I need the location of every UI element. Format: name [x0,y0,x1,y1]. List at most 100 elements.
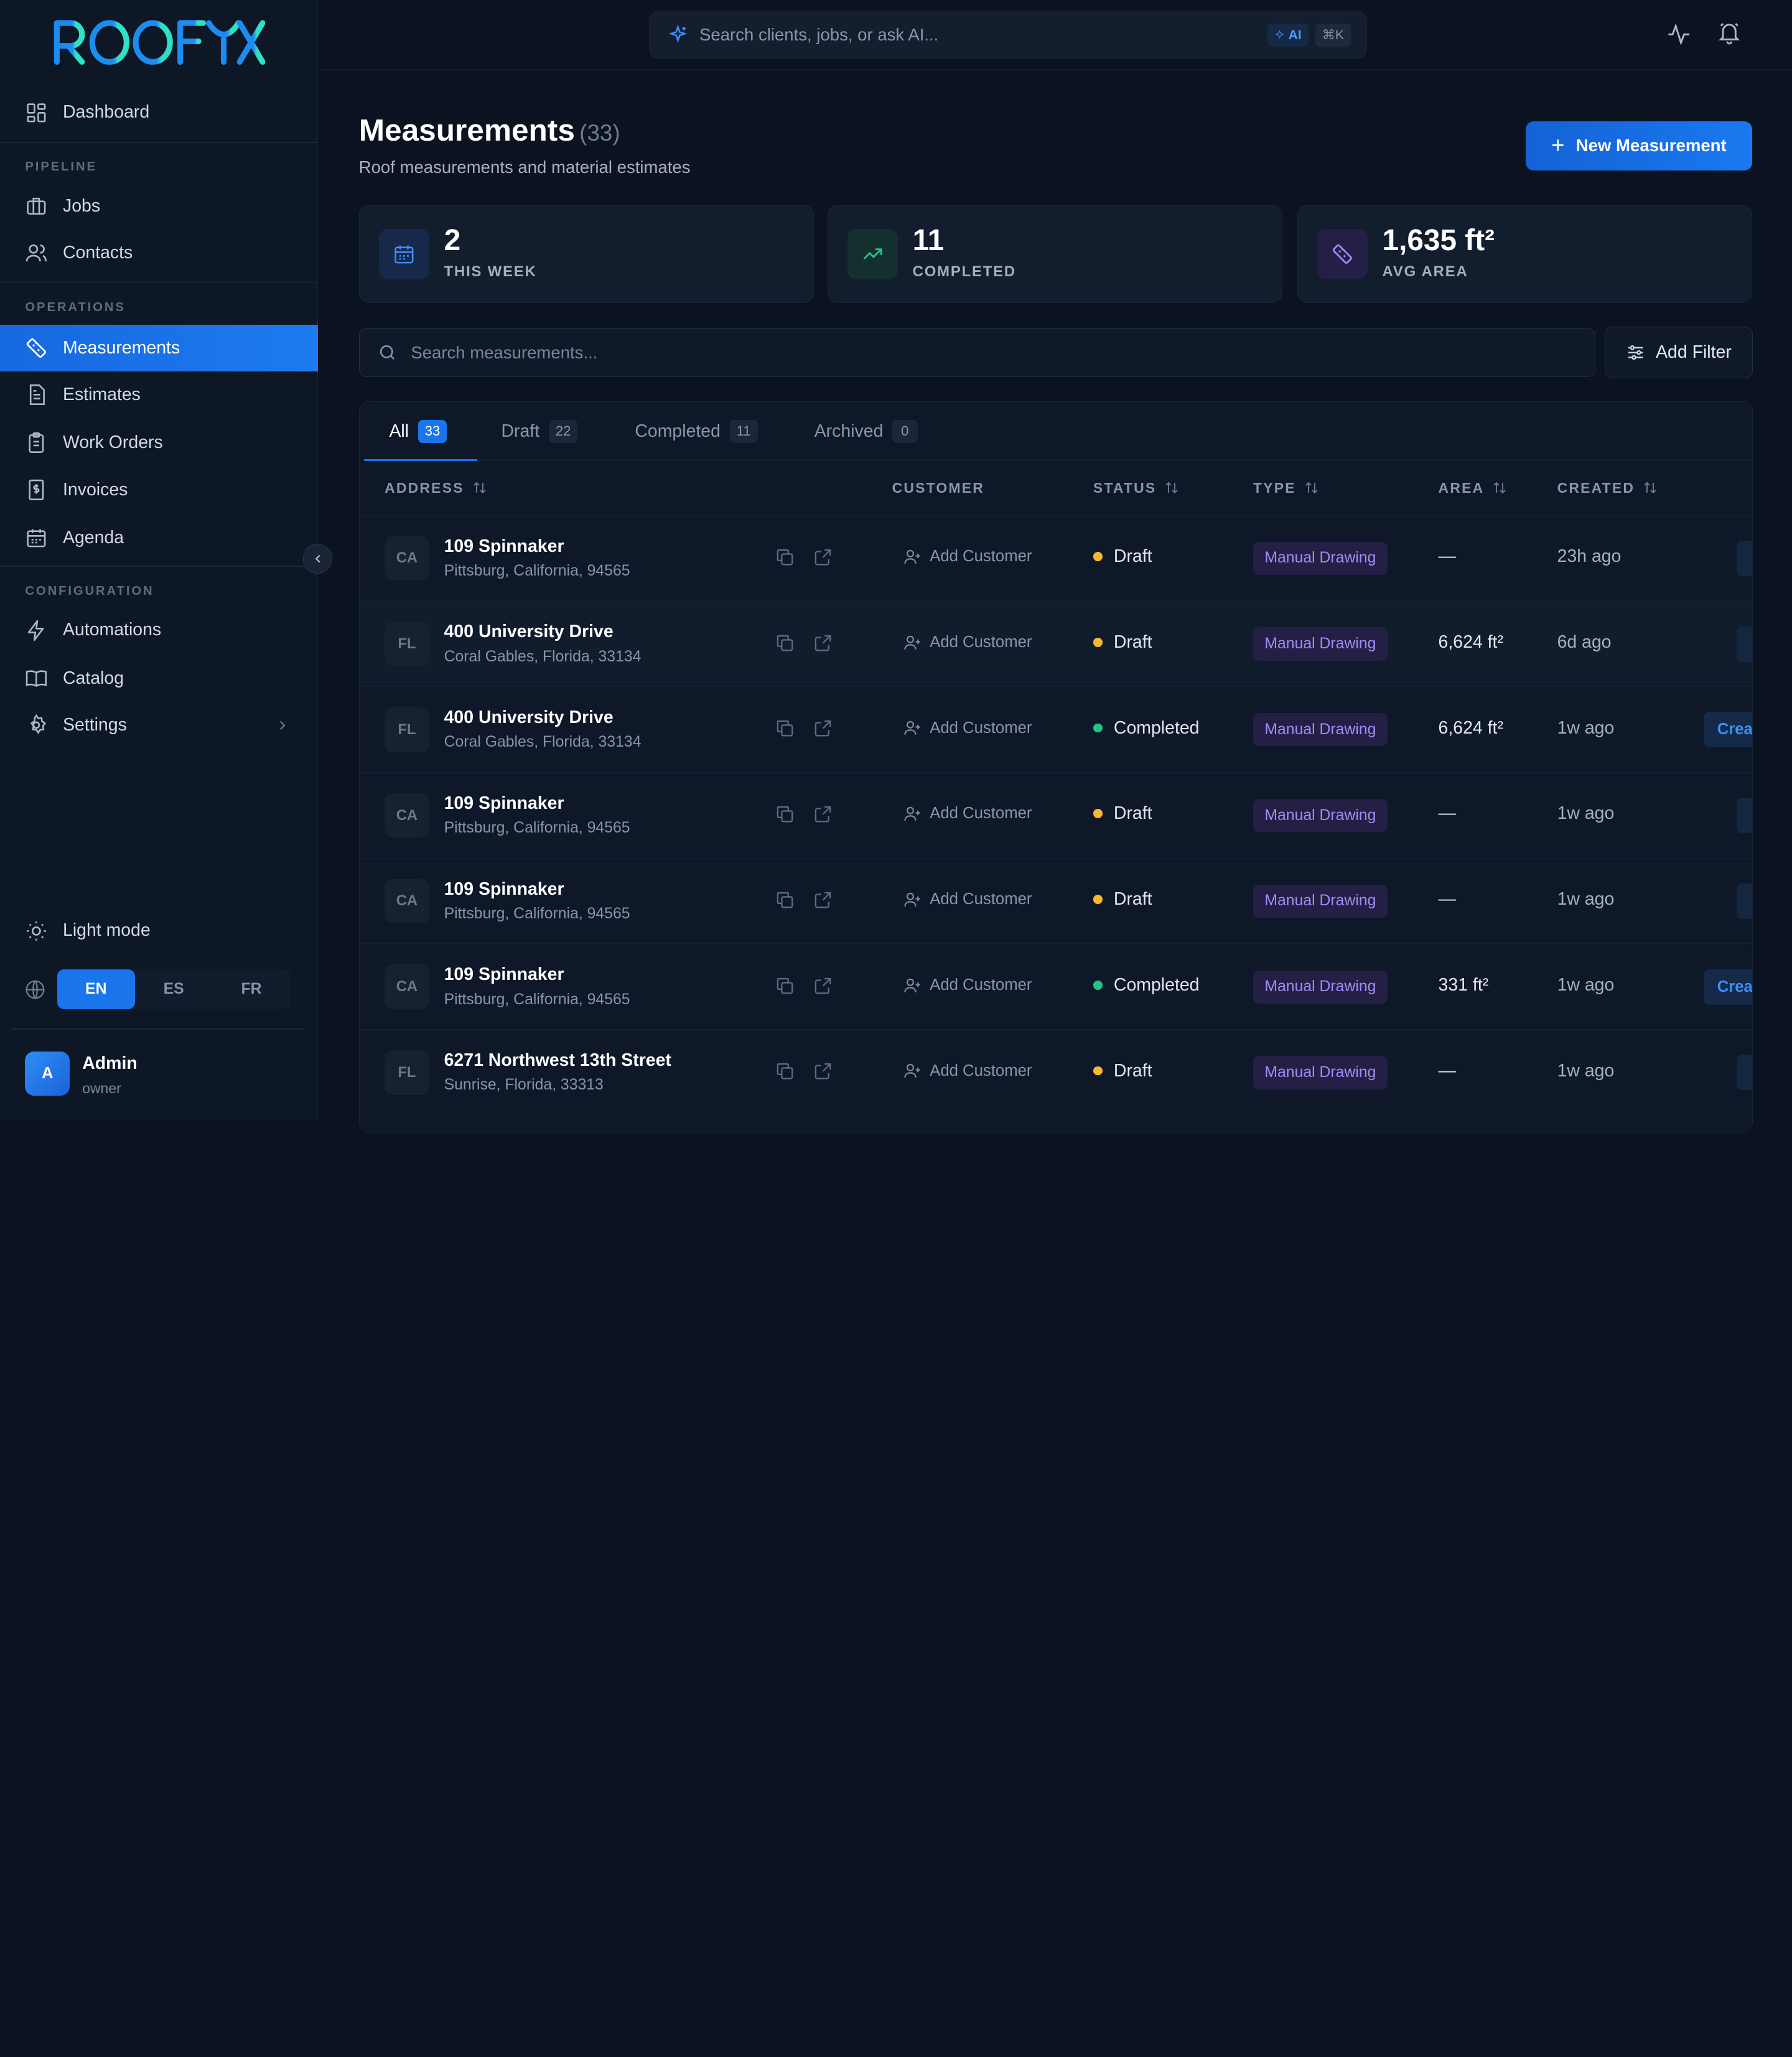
state-badge: FL [385,1050,429,1095]
type-badge: Manual Drawing [1253,798,1388,833]
column-header-address[interactable]: ADDRESS [385,480,487,497]
table-row[interactable]: CA 109 Spinnaker Pittsburg, California, … [359,515,1753,601]
sidebar-item-label: Dashboard [63,102,150,123]
sidebar-item-contacts[interactable]: Contacts [0,230,318,276]
sort-icon [1644,482,1656,494]
table-header: ADDRESS CUSTOMER STATUS TYPE AREA CREATE… [360,461,1753,515]
row-action-button[interactable] [1736,626,1753,662]
tab-all[interactable]: All 33 [389,402,447,462]
sidebar-item-jobs[interactable]: Jobs [0,183,318,230]
calendar-icon [27,529,46,548]
add-customer-button[interactable]: Add Customer [903,976,1032,994]
type-badge: Manual Drawing [1253,970,1388,1004]
sidebar-item-invoices[interactable]: Invoices [0,466,318,513]
sidebar-item-agenda[interactable]: Agenda [0,515,318,561]
language-switcher: EN ES FR [57,969,291,1009]
external-link-icon[interactable] [813,548,833,567]
row-action-button[interactable] [1736,798,1753,834]
table-row[interactable]: FL 6271 Northwest 13th Street Sunrise, F… [359,1029,1753,1115]
add-customer-button[interactable]: Add Customer [903,719,1032,737]
copy-icon[interactable] [775,633,795,653]
column-header-status[interactable]: STATUS [1093,480,1179,497]
trending-up-icon [847,229,898,280]
row-action-button[interactable] [1736,883,1753,919]
sidebar: Dashboard PIPELINE Jobs Contacts OPERATI… [0,0,318,1120]
status-tabs: All 33 Draft 22 Completed 11 Archived 0 [359,402,1753,462]
light-mode-toggle[interactable]: Light mode [0,907,318,954]
external-link-icon[interactable] [813,805,833,824]
sidebar-item-label: Estimates [63,385,141,405]
row-action-button[interactable] [1736,540,1753,576]
user-plus-icon [904,978,920,992]
table-row[interactable]: CA 109 Spinnaker Pittsburg, California, … [359,772,1753,858]
new-measurement-button[interactable]: + New Measurement [1525,121,1752,170]
sort-icon [1305,482,1318,494]
roofyx-logo[interactable] [52,16,266,72]
avatar[interactable]: A [25,1051,70,1096]
copy-icon[interactable] [775,890,795,910]
lang-en-button[interactable]: EN [57,969,135,1009]
row-action-button[interactable] [1736,1055,1753,1091]
status-indicator: Draft [1093,546,1152,567]
create-estimate-button[interactable]: Create [1703,969,1753,1005]
create-estimate-button[interactable]: Create [1703,712,1753,748]
invoice-dollar-icon [29,479,44,500]
table-row[interactable]: CA 109 Spinnaker Pittsburg, California, … [359,857,1753,944]
page-title: Measurements (33) [358,112,620,147]
book-icon [26,670,47,687]
copy-icon[interactable] [775,805,795,824]
add-customer-button[interactable]: Add Customer [903,548,1032,566]
row-area: 6,624 ft² [1438,632,1503,652]
add-customer-button[interactable]: Add Customer [903,1061,1032,1080]
copy-icon[interactable] [775,719,795,738]
sparkle-icon [668,24,688,44]
tab-completed[interactable]: Completed 11 [635,402,758,462]
sidebar-item-label: Work Orders [63,432,163,453]
external-link-icon[interactable] [813,1061,833,1081]
measurements-search-input[interactable]: Search measurements... [358,328,1595,378]
add-customer-button[interactable]: Add Customer [903,633,1032,651]
column-header-area[interactable]: AREA [1439,480,1508,497]
state-badge: CA [385,879,429,924]
user-plus-icon [904,549,920,564]
external-link-icon[interactable] [813,719,833,738]
global-search[interactable]: Search clients, jobs, or ask AI... ✧ AI … [649,10,1367,60]
external-link-icon[interactable] [813,976,833,996]
table-row[interactable]: CA 109 Spinnaker Pittsburg, California, … [359,943,1753,1029]
sidebar-item-work-orders[interactable]: Work Orders [0,419,318,466]
sidebar-item-settings[interactable]: Settings [0,702,318,749]
add-customer-button[interactable]: Add Customer [903,890,1032,908]
ruler-icon [27,338,47,358]
sidebar-item-estimates[interactable]: Estimates [0,371,318,418]
row-area: — [1438,1060,1456,1081]
row-created: 23h ago [1557,546,1622,567]
sidebar-item-automations[interactable]: Automations [0,607,318,653]
sidebar-item-measurements[interactable]: Measurements [0,324,318,371]
copy-icon[interactable] [775,976,795,996]
lang-es-button[interactable]: ES [135,969,213,1009]
sidebar-item-catalog[interactable]: Catalog [0,655,318,701]
sidebar-divider [0,141,318,143]
row-address: 109 Spinnaker [444,793,564,813]
lightning-icon [28,620,44,641]
external-link-icon[interactable] [813,633,833,653]
table-row[interactable]: FL 400 University Drive Coral Gables, Fl… [359,686,1753,772]
copy-icon[interactable] [775,1061,795,1081]
table-row[interactable]: FL 400 University Drive Coral Gables, Fl… [359,600,1753,686]
external-link-icon[interactable] [813,890,833,910]
lang-fr-button[interactable]: FR [213,969,291,1009]
column-header-type[interactable]: TYPE [1253,480,1318,497]
activity-icon[interactable] [1666,22,1691,47]
copy-icon[interactable] [775,548,795,567]
sidebar-item-dashboard[interactable]: Dashboard [0,89,318,136]
add-filter-button[interactable]: Add Filter [1604,327,1753,378]
collapse-sidebar-button[interactable] [302,544,333,574]
tab-archived[interactable]: Archived 0 [814,402,918,462]
tab-draft[interactable]: Draft 22 [501,402,578,462]
status-dot [1093,723,1103,733]
global-search-placeholder: Search clients, jobs, or ask AI... [699,25,939,44]
tab-count-badge: 33 [418,419,447,443]
add-customer-button[interactable]: Add Customer [903,805,1032,823]
bell-icon[interactable] [1717,21,1742,45]
column-header-created[interactable]: CREATED [1557,480,1658,497]
